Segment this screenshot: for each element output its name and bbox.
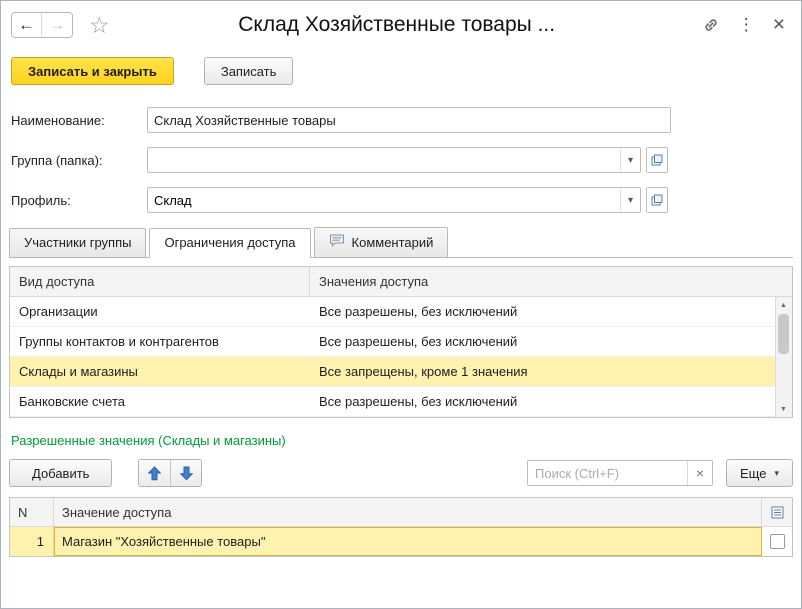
group-row: Группа (папка): ▾ [11,147,791,173]
access-kind-cell: Банковские счета [10,394,310,409]
row-checkbox[interactable] [770,534,785,549]
access-kind-cell: Склады и магазины [10,364,310,379]
group-dropdown-icon[interactable]: ▾ [620,148,640,172]
group-input[interactable] [148,148,620,172]
name-input[interactable] [147,107,671,133]
column-header-access-values[interactable]: Значения доступа [310,274,792,289]
group-combo: ▾ [147,147,641,173]
allowed-values-table: N Значение доступа 1 Магазин "Хозяйствен… [9,497,793,557]
table-row[interactable]: Организации Все разрешены, без исключени… [10,297,776,327]
profile-input[interactable] [148,188,620,212]
forward-button[interactable]: → [42,13,72,37]
form-fields: Наименование: Группа (папка): ▾ Профиль:… [1,95,801,213]
access-kind-cell: Группы контактов и контрагентов [10,334,310,349]
column-header-number[interactable]: N [10,498,54,526]
favorite-star-icon[interactable]: ☆ [89,14,110,37]
profile-row: Профиль: ▾ [11,187,791,213]
table-row[interactable]: Группы контактов и контрагентов Все разр… [10,327,776,357]
search-input[interactable] [528,466,687,481]
tab-comment-label: Комментарий [352,235,434,250]
tab-comment[interactable]: Комментарий [314,227,449,257]
table-row-selected[interactable]: Склады и магазины Все запрещены, кроме 1… [10,357,776,387]
move-down-button[interactable] [170,460,201,486]
search-box: × [527,460,713,486]
more-menu-icon[interactable]: ⋮ [738,15,755,35]
access-kind-cell: Организации [10,304,310,319]
scroll-down-icon[interactable]: ▼ [776,402,791,416]
clear-search-icon[interactable]: × [687,461,712,485]
close-icon[interactable]: × [773,13,785,37]
window-title: Склад Хозяйственные товары ... [110,13,684,37]
table-row[interactable]: Банковские счета Все разрешены, без искл… [10,387,776,417]
chevron-down-icon: ▾ [774,468,779,479]
access-value-cell[interactable]: Магазин "Хозяйственные товары" [54,527,762,556]
scrollbar-thumb[interactable] [778,314,789,354]
profile-choose-button[interactable] [646,187,668,213]
column-header-access-value[interactable]: Значение доступа [54,505,761,520]
name-label: Наименование: [11,113,147,128]
access-table-body: Организации Все разрешены, без исключени… [10,297,792,417]
vertical-scrollbar[interactable]: ▲ ▼ [775,297,792,417]
access-table-header: Вид доступа Значения доступа [10,267,792,297]
group-choose-button[interactable] [646,147,668,173]
access-kinds-table: Вид доступа Значения доступа Организации… [9,266,793,418]
scroll-up-icon[interactable]: ▲ [776,298,791,312]
comment-bubble-icon [329,234,345,250]
allowed-values-section-title: Разрешенные значения (Склады и магазины) [11,433,791,448]
nav-button-group: ← → [11,12,73,38]
link-icon[interactable] [702,16,720,34]
more-actions-button[interactable]: Еще ▾ [726,459,793,487]
row-flag-cell [762,527,792,556]
table-row-selected[interactable]: 1 Магазин "Хозяйственные товары" [10,527,792,556]
group-label: Группа (папка): [11,153,147,168]
column-settings-icon[interactable] [761,498,792,526]
access-value-cell: Все разрешены, без исключений [310,394,776,409]
row-number-cell: 1 [10,527,54,556]
back-button[interactable]: ← [12,13,42,37]
tab-group-members-label: Участники группы [24,235,131,250]
access-value-cell: Все разрешены, без исключений [310,304,776,319]
save-and-close-button[interactable]: Записать и закрыть [11,57,174,85]
save-button[interactable]: Записать [204,57,294,85]
form-window: ← → ☆ Склад Хозяйственные товары ... ⋮ ×… [0,0,802,609]
allowed-values-table-header: N Значение доступа [10,498,792,527]
profile-dropdown-icon[interactable]: ▾ [620,188,640,212]
tab-access-restrictions-label: Ограничения доступа [164,235,295,250]
profile-label: Профиль: [11,193,147,208]
access-value-cell: Все запрещены, кроме 1 значения [310,364,776,379]
move-up-button[interactable] [139,460,170,486]
titlebar: ← → ☆ Склад Хозяйственные товары ... ⋮ × [1,1,801,49]
allowed-values-toolbar: Добавить × Еще ▾ [9,459,793,487]
tab-group-members[interactable]: Участники группы [9,228,146,257]
name-row: Наименование: [11,107,791,133]
profile-combo: ▾ [147,187,641,213]
access-value-cell: Все разрешены, без исключений [310,334,776,349]
command-bar: Записать и закрыть Записать [1,49,801,95]
tab-strip: Участники группы Ограничения доступа Ком… [9,227,793,258]
column-header-access-kind[interactable]: Вид доступа [10,267,310,296]
add-button[interactable]: Добавить [9,459,112,487]
more-actions-label: Еще [740,466,766,481]
tab-access-restrictions[interactable]: Ограничения доступа [149,228,310,258]
move-buttons-group [138,459,202,487]
